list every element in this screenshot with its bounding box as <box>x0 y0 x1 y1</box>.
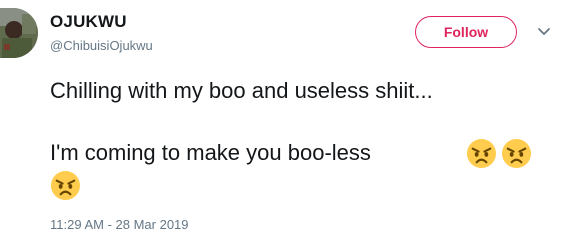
emoji-group <box>50 170 81 201</box>
emoji-group <box>466 138 532 169</box>
follow-button[interactable]: Follow <box>415 16 517 48</box>
avatar[interactable] <box>0 8 38 58</box>
display-name[interactable]: OJUKWU <box>50 12 127 32</box>
angry-face-icon <box>50 170 81 201</box>
tweet-timestamp[interactable]: 11:29 AM - 28 Mar 2019 <box>50 217 189 232</box>
user-handle[interactable]: @ChibuisiOjukwu <box>50 38 153 53</box>
angry-face-icon <box>466 138 497 169</box>
tweet-text-line-1: Chilling with my boo and useless shiit..… <box>50 78 433 103</box>
tweet-text-line-2: I'm coming to make you boo-less <box>50 140 371 165</box>
angry-face-icon <box>501 138 532 169</box>
chevron-down-icon[interactable] <box>537 27 551 37</box>
